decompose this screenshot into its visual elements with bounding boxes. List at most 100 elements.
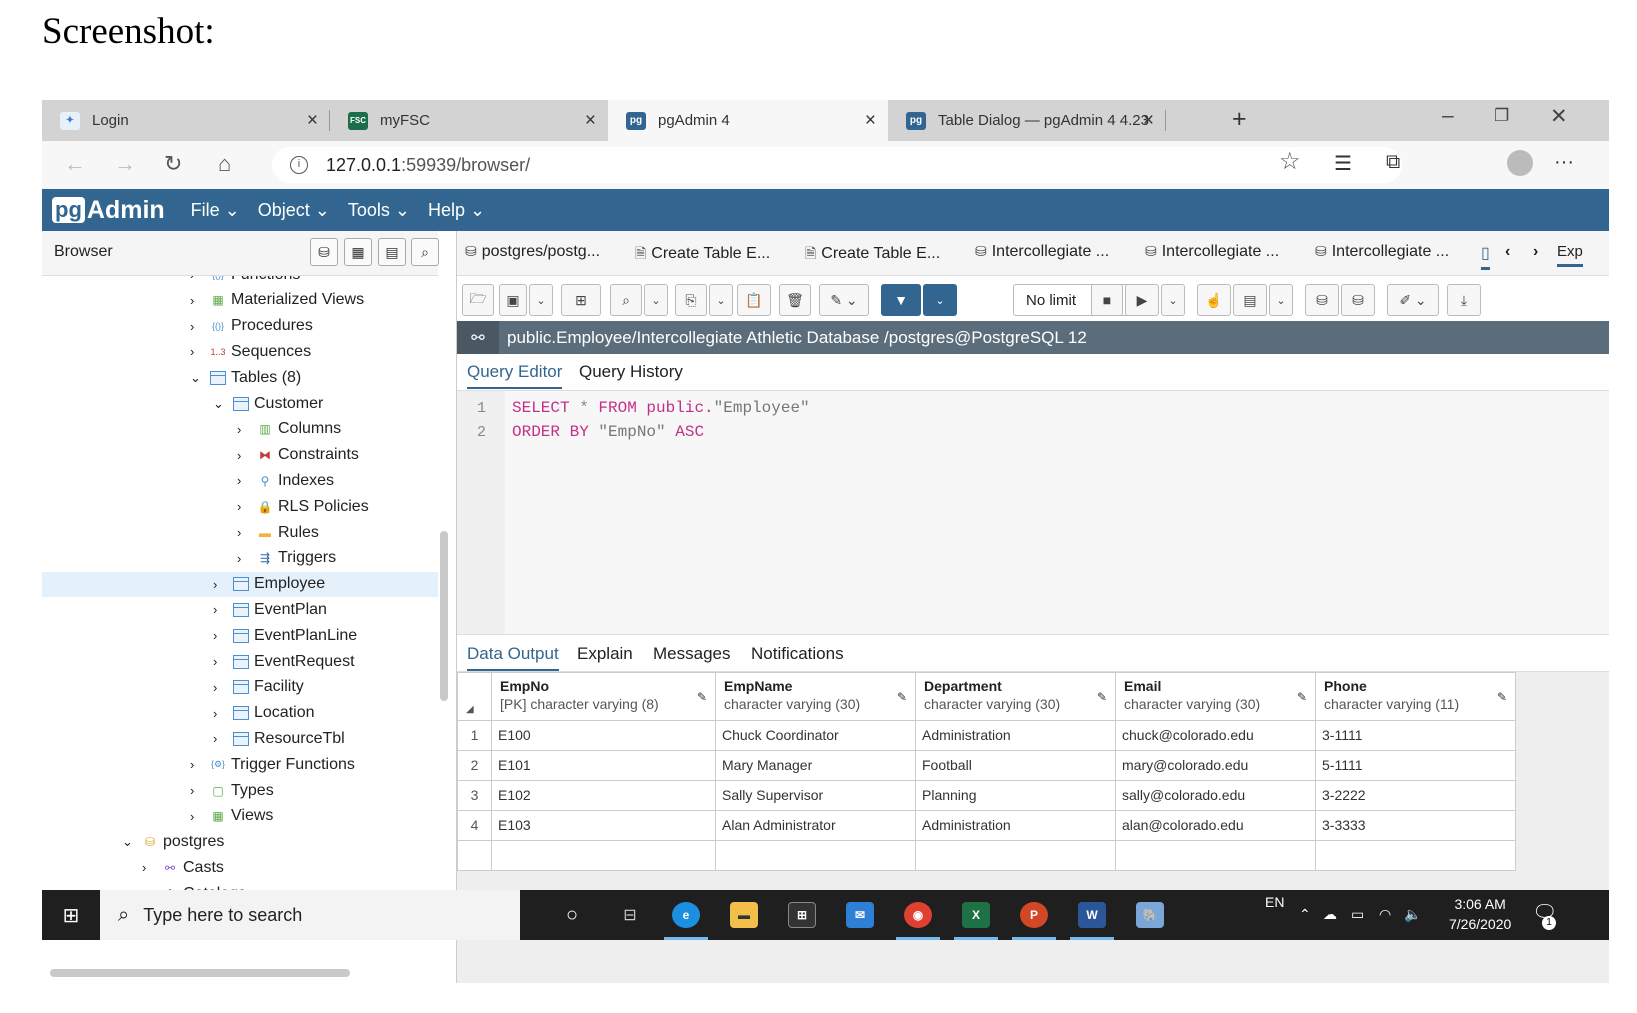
tree-node[interactable]: › ▦ Views: [190, 804, 273, 829]
url-input[interactable]: i 127.0.0.1:59939/browser/: [272, 147, 1402, 183]
tree-node[interactable]: › ▢ Types: [190, 778, 274, 803]
system-clock[interactable]: 3:06 AM 7/26/2020: [1449, 894, 1511, 934]
tree-node[interactable]: › EventRequest: [213, 649, 355, 674]
copy-dropdown-icon[interactable]: ⌄: [709, 284, 733, 316]
microsoft-store-icon[interactable]: ⊞: [788, 902, 816, 928]
column-header-department[interactable]: ✎ Department character varying (30): [915, 672, 1116, 721]
table-cell[interactable]: alan@colorado.edu: [1115, 810, 1316, 841]
menu-file[interactable]: File ⌄: [191, 200, 240, 221]
edit-dropdown-icon[interactable]: ✎ ⌄: [819, 284, 869, 316]
table-cell[interactable]: Administration: [915, 720, 1116, 751]
panel-tab-postgres[interactable]: ⛁ postgres/postg...: [465, 243, 600, 261]
empty-cell[interactable]: [457, 840, 492, 871]
info-icon[interactable]: i: [290, 156, 308, 174]
chevron-right-icon[interactable]: ›: [142, 860, 160, 875]
task-view-icon[interactable]: ⊟: [616, 902, 644, 928]
edit-rows-icon[interactable]: ⊞: [561, 284, 601, 316]
close-icon[interactable]: ×: [865, 110, 876, 132]
filtered-rows-icon[interactable]: ▤: [378, 238, 406, 266]
find-dropdown-icon[interactable]: ⌄: [644, 284, 668, 316]
file-explorer-icon[interactable]: ▬: [730, 902, 758, 928]
empty-cell[interactable]: [915, 840, 1116, 871]
chevron-right-icon[interactable]: ›: [213, 602, 231, 617]
show-hidden-icons-icon[interactable]: ⌃: [1299, 906, 1311, 923]
tree-node[interactable]: › Employee: [42, 571, 438, 597]
chevron-right-icon[interactable]: ›: [213, 706, 231, 721]
column-header-phone[interactable]: ✎ Phone character varying (11): [1315, 672, 1516, 721]
chrome-icon[interactable]: ◉: [896, 902, 940, 940]
tab-explain[interactable]: Explain: [577, 644, 633, 664]
save-dropdown-icon[interactable]: ⌄: [529, 284, 553, 316]
table-cell[interactable]: 3-1111: [1315, 720, 1516, 751]
active-tab-icon[interactable]: ▯: [1481, 243, 1490, 270]
powerpoint-icon[interactable]: P: [1012, 902, 1056, 940]
table-cell[interactable]: 3-2222: [1315, 780, 1516, 811]
tab-query-history[interactable]: Query History: [579, 362, 683, 382]
tree-node[interactable]: › Facility: [213, 675, 304, 700]
chevron-right-icon[interactable]: ›: [190, 293, 208, 308]
tree-node[interactable]: ⌄ Tables (8): [190, 365, 301, 390]
table-cell[interactable]: 5-1111: [1315, 750, 1516, 781]
sql-editor[interactable]: 1 2 SELECT * FROM public."Employee" ORDE…: [457, 391, 1609, 634]
browser-tab-table-dialog[interactable]: pg Table Dialog — pgAdmin 4 4.23 ×: [888, 100, 1166, 141]
new-tab-plus-icon[interactable]: +: [1232, 105, 1247, 134]
browser-tab-login[interactable]: ✦ Login ×: [42, 100, 330, 141]
panel-tab-explain[interactable]: Exp: [1557, 243, 1583, 267]
menu-object[interactable]: Object ⌄: [258, 200, 330, 221]
profile-avatar[interactable]: [1507, 150, 1533, 176]
row-number[interactable]: 2: [457, 750, 492, 781]
table-cell[interactable]: Chuck Coordinator: [715, 720, 916, 751]
find-icon[interactable]: ⌕: [610, 284, 642, 316]
tree-node[interactable]: › ▬ Rules: [237, 520, 319, 545]
select-all-corner[interactable]: ◢: [457, 672, 492, 721]
table-cell[interactable]: Mary Manager: [715, 750, 916, 781]
tree-node[interactable]: › ⧓ Constraints: [237, 443, 359, 468]
table-row[interactable]: 2 E101 Mary Manager Football mary@colorado.e…: [457, 750, 1516, 781]
volume-icon[interactable]: 🔈: [1404, 906, 1421, 923]
table-cell[interactable]: E100: [491, 720, 716, 751]
pgadmin-taskbar-icon[interactable]: 🐘: [1136, 902, 1164, 928]
column-header-empname[interactable]: ✎ EmpName character varying (30): [715, 672, 916, 721]
close-icon[interactable]: ×: [585, 110, 596, 132]
tree-node[interactable]: › EventPlanLine: [213, 623, 357, 648]
explain-dropdown-icon[interactable]: ⌄: [1269, 284, 1293, 316]
open-file-icon[interactable]: 🗁: [462, 284, 494, 316]
empty-cell[interactable]: [715, 840, 916, 871]
chevron-right-icon[interactable]: ›: [190, 757, 208, 772]
chevron-right-icon[interactable]: ›: [190, 809, 208, 824]
delete-icon[interactable]: 🗑: [779, 284, 811, 316]
taskbar-search-input[interactable]: ⌕ Type here to search: [100, 890, 520, 940]
tab-query-editor[interactable]: Query Editor: [467, 362, 563, 389]
empty-row[interactable]: [457, 840, 1516, 871]
tab-messages[interactable]: Messages: [653, 644, 730, 664]
language-indicator[interactable]: EN: [1265, 894, 1284, 910]
column-header-email[interactable]: ✎ Email character varying (30): [1115, 672, 1316, 721]
panel-tab-intercollegiate[interactable]: ⛁ Intercollegiate ...: [975, 243, 1109, 261]
stop-icon[interactable]: ■: [1091, 284, 1123, 316]
tab-notifications[interactable]: Notifications: [751, 644, 844, 664]
search-icon[interactable]: ⌕: [411, 238, 439, 266]
horizontal-scrollbar[interactable]: [50, 969, 350, 977]
row-number[interactable]: 1: [457, 720, 492, 751]
tree-node[interactable]: › ⚯ Casts: [142, 855, 224, 880]
table-cell[interactable]: sally@colorado.edu: [1115, 780, 1316, 811]
favorite-star-icon[interactable]: ☆: [1279, 147, 1301, 176]
table-cell[interactable]: Alan Administrator: [715, 810, 916, 841]
onedrive-icon[interactable]: ☁: [1323, 906, 1337, 923]
chevron-right-icon[interactable]: ›: [213, 680, 231, 695]
chevron-right-icon[interactable]: ›: [237, 473, 255, 488]
battery-icon[interactable]: ▭: [1351, 906, 1364, 923]
chevron-right-icon[interactable]: ›: [237, 551, 255, 566]
chevron-down-icon[interactable]: ⌄: [213, 396, 231, 412]
chevron-right-icon[interactable]: ›: [237, 422, 255, 437]
chevron-right-icon[interactable]: ›: [190, 276, 208, 282]
panel-tab-intercollegiate[interactable]: ⛁ Intercollegiate ...: [1315, 243, 1449, 261]
execute-dropdown-icon[interactable]: ⌄: [1161, 284, 1185, 316]
chevron-right-icon[interactable]: ›: [190, 783, 208, 798]
chevron-right-icon[interactable]: ›: [237, 499, 255, 514]
tree-node[interactable]: ›{()}Functions: [190, 276, 300, 287]
table-cell[interactable]: Administration: [915, 810, 1116, 841]
connection-status-icon[interactable]: ⚯: [457, 321, 499, 354]
minimize-icon[interactable]: –: [1442, 104, 1454, 128]
table-row[interactable]: 1 E100 Chuck Coordinator Administration chuc…: [457, 720, 1516, 751]
